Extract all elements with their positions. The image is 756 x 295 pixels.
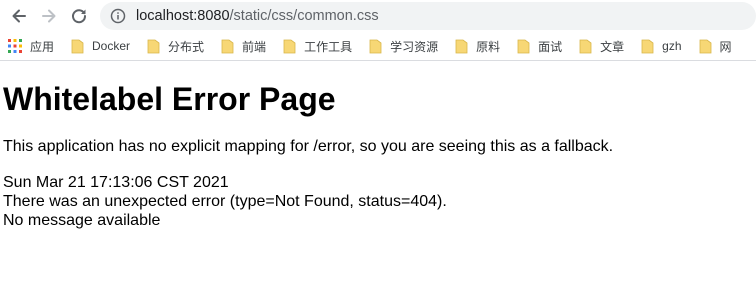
folder-icon: [641, 39, 654, 53]
folder-icon: [71, 39, 84, 53]
url-text[interactable]: localhost:8080/static/css/common.css: [136, 8, 379, 24]
apps-grid-icon: [8, 39, 22, 53]
bookmark-label: 学习资源: [390, 39, 439, 54]
reload-button[interactable]: [64, 1, 94, 31]
bookmarks-bar: 应用 Docker 分布式 前端 工作工具 学习资源 原料 面试 文章 gzh …: [0, 32, 756, 61]
reload-icon: [72, 9, 87, 24]
bookmark-label: 文章: [600, 39, 625, 54]
bookmark-folder-materials[interactable]: 原料: [455, 38, 500, 55]
folder-icon: [699, 39, 711, 53]
browser-chrome: localhost:8080/static/css/common.css 应用 …: [0, 0, 756, 61]
error-details: Sun Mar 21 17:13:06 CST 2021 There was a…: [3, 173, 756, 230]
address-bar[interactable]: localhost:8080/static/css/common.css: [100, 2, 756, 30]
folder-icon: [455, 39, 468, 53]
bookmark-folder-learning[interactable]: 学习资源: [369, 38, 438, 55]
browser-toolbar: localhost:8080/static/css/common.css: [0, 0, 756, 32]
bookmark-label: Docker: [92, 39, 131, 53]
info-icon[interactable]: [110, 8, 126, 24]
url-host: localhost:8080: [136, 8, 230, 24]
bookmark-folder-interview[interactable]: 面试: [517, 38, 562, 55]
forward-button[interactable]: [34, 1, 64, 31]
error-message: No message available: [3, 212, 161, 229]
folder-icon: [517, 39, 530, 53]
folder-icon: [579, 39, 592, 53]
bookmark-folder-work-tools[interactable]: 工作工具: [283, 38, 352, 55]
page-content: Whitelabel Error Page This application h…: [0, 61, 756, 230]
folder-icon: [283, 39, 296, 53]
folder-icon: [147, 39, 160, 53]
arrow-right-icon: [42, 9, 56, 23]
bookmark-label: 网: [719, 39, 732, 54]
bookmark-folder-gzh[interactable]: gzh: [641, 39, 682, 54]
bookmark-folder-articles[interactable]: 文章: [579, 38, 624, 55]
arrow-left-icon: [12, 9, 26, 23]
bookmark-label: gzh: [662, 39, 682, 53]
folder-icon: [369, 39, 382, 53]
bookmark-folder-frontend[interactable]: 前端: [221, 38, 266, 55]
bookmark-label: 应用: [30, 39, 55, 54]
back-button[interactable]: [4, 1, 34, 31]
bookmark-label: 面试: [538, 39, 563, 54]
error-type-status: There was an unexpected error (type=Not …: [3, 193, 447, 210]
bookmark-folder-docker[interactable]: Docker: [71, 39, 130, 54]
bookmark-label: 工作工具: [304, 39, 353, 54]
bookmark-label: 原料: [476, 39, 501, 54]
bookmark-label: 分布式: [168, 39, 205, 54]
bookmark-folder-web[interactable]: 网: [699, 38, 732, 55]
bookmark-folder-distributed[interactable]: 分布式: [147, 38, 204, 55]
bookmark-label: 前端: [242, 39, 267, 54]
error-explanation: This application has no explicit mapping…: [3, 138, 614, 155]
page-title: Whitelabel Error Page: [3, 81, 336, 117]
error-timestamp: Sun Mar 21 17:13:06 CST 2021: [3, 174, 229, 191]
folder-icon: [221, 39, 234, 53]
url-path: /static/css/common.css: [229, 8, 379, 24]
bookmark-apps[interactable]: 应用: [8, 38, 54, 55]
